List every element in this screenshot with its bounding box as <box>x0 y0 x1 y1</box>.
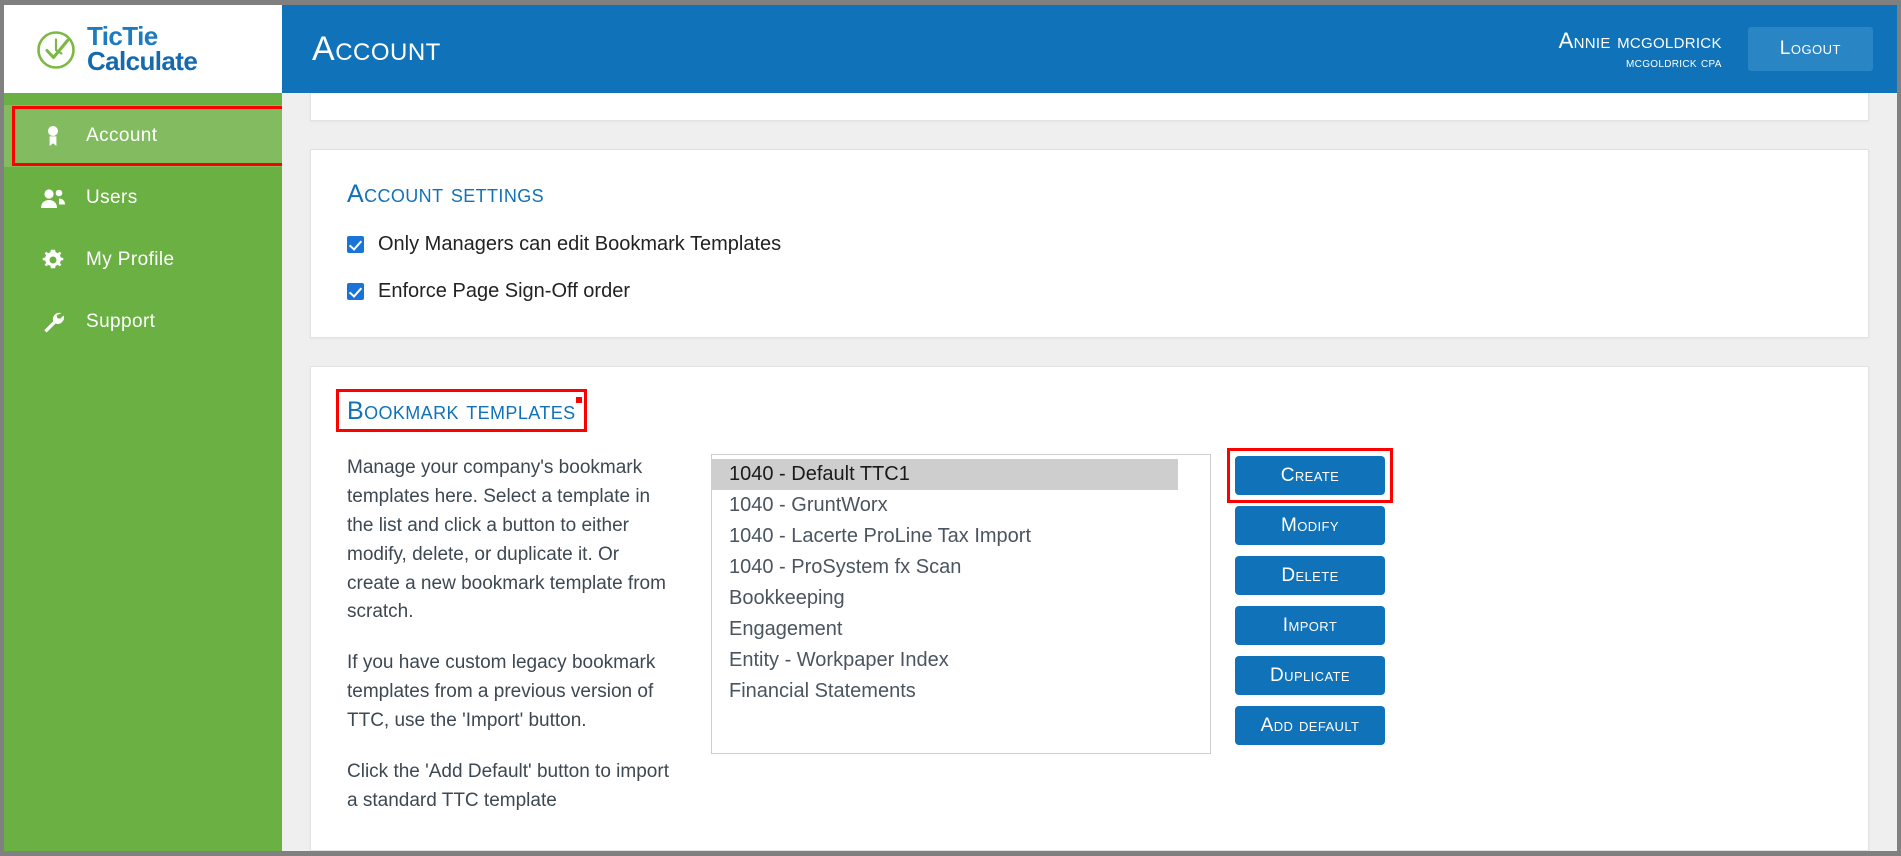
bookmark-templates-description: Manage your company's bookmark templates… <box>347 454 677 816</box>
header-user-area: Annie McGoldrick McGoldrick CPA Logout <box>1559 27 1897 71</box>
checkbox-signoff-order[interactable] <box>347 283 364 300</box>
sidebar-item-my-profile-label: My Profile <box>86 249 174 271</box>
logout-button[interactable]: Logout <box>1748 27 1873 71</box>
annotation-box-account-nav: Account <box>4 105 282 167</box>
user-company: McGoldrick CPA <box>1559 54 1722 70</box>
modify-button[interactable]: Modify <box>1235 506 1385 545</box>
import-button[interactable]: Import <box>1235 606 1385 645</box>
app-viewport: TicTie Calculate Account <box>4 5 1897 851</box>
annotation-rect <box>336 389 587 432</box>
sidebar-item-my-profile[interactable]: My Profile <box>4 229 282 291</box>
setting-label-signoff-order: Enforce Page Sign-Off order <box>378 280 630 303</box>
gear-icon <box>38 248 68 272</box>
create-button[interactable]: Create <box>1235 456 1385 495</box>
bookmark-templates-listbox[interactable]: 1040 - Default TTC1 1040 - GruntWorx 104… <box>711 454 1211 754</box>
app-header: Account Annie McGoldrick McGoldrick CPA … <box>282 5 1897 93</box>
sidebar-item-support-label: Support <box>86 311 155 333</box>
sidebar-item-users-label: Users <box>86 187 138 209</box>
list-item[interactable]: 1040 - ProSystem fx Scan <box>712 552 1210 583</box>
bookmark-templates-card: Bookmark Templates Manage your company's… <box>310 366 1869 851</box>
list-item[interactable]: 1040 - Default TTC1 <box>712 459 1178 490</box>
annotation-box-create-button: Create <box>1235 456 1385 495</box>
sidebar-item-account-label: Account <box>86 125 157 147</box>
setting-row-signoff-order[interactable]: Enforce Page Sign-Off order <box>347 280 1832 303</box>
page-title: Account <box>312 30 441 69</box>
list-item[interactable]: 1040 - GruntWorx <box>712 490 1210 521</box>
brand-logo[interactable]: TicTie Calculate <box>4 5 282 93</box>
main-content: Account Settings Only Managers can edit … <box>282 93 1897 851</box>
sidebar: TicTie Calculate Account <box>4 5 282 851</box>
bookmark-templates-actions: Create Modify Delete Import Duplicate Ad… <box>1235 454 1385 816</box>
clipped-card-above <box>310 93 1869 121</box>
checkbox-managers-edit[interactable] <box>347 236 364 253</box>
user-info: Annie McGoldrick McGoldrick CPA <box>1559 28 1722 70</box>
setting-row-managers-edit[interactable]: Only Managers can edit Bookmark Template… <box>347 233 1832 256</box>
users-icon <box>38 186 68 210</box>
list-item[interactable]: Financial Statements <box>712 676 1210 707</box>
circle-check-clock-icon <box>34 28 78 72</box>
brand-line-2: Calculate <box>87 49 197 74</box>
sidebar-item-users[interactable]: Users <box>4 167 282 229</box>
delete-button[interactable]: Delete <box>1235 556 1385 595</box>
duplicate-button[interactable]: Duplicate <box>1235 656 1385 695</box>
account-settings-title: Account Settings <box>347 180 544 209</box>
setting-label-managers-edit: Only Managers can edit Bookmark Template… <box>378 233 781 256</box>
user-name: Annie McGoldrick <box>1559 28 1722 53</box>
wrench-icon <box>38 310 68 334</box>
list-item[interactable]: Bookkeeping <box>712 583 1210 614</box>
screen: TicTie Calculate Account <box>0 0 1901 856</box>
sidebar-item-support[interactable]: Support <box>4 291 282 353</box>
list-item[interactable]: Engagement <box>712 614 1210 645</box>
sidebar-item-account[interactable]: Account <box>4 105 282 167</box>
description-paragraph-3: Click the 'Add Default' button to import… <box>347 758 677 816</box>
annotation-box-bookmark-title: Bookmark Templates <box>347 397 576 426</box>
bookmark-templates-body: Manage your company's bookmark templates… <box>347 454 1832 816</box>
account-settings-card: Account Settings Only Managers can edit … <box>310 149 1869 338</box>
list-item[interactable]: 1040 - Lacerte ProLine Tax Import <box>712 521 1210 552</box>
description-paragraph-2: If you have custom legacy bookmark templ… <box>347 649 677 736</box>
add-default-button[interactable]: Add Default <box>1235 706 1385 745</box>
brand-wordmark: TicTie Calculate <box>87 24 197 74</box>
sidebar-nav: Account Users <box>4 93 282 851</box>
list-item[interactable]: Entity - Workpaper Index <box>712 645 1210 676</box>
award-badge-icon <box>38 124 68 148</box>
description-paragraph-1: Manage your company's bookmark templates… <box>347 454 677 627</box>
